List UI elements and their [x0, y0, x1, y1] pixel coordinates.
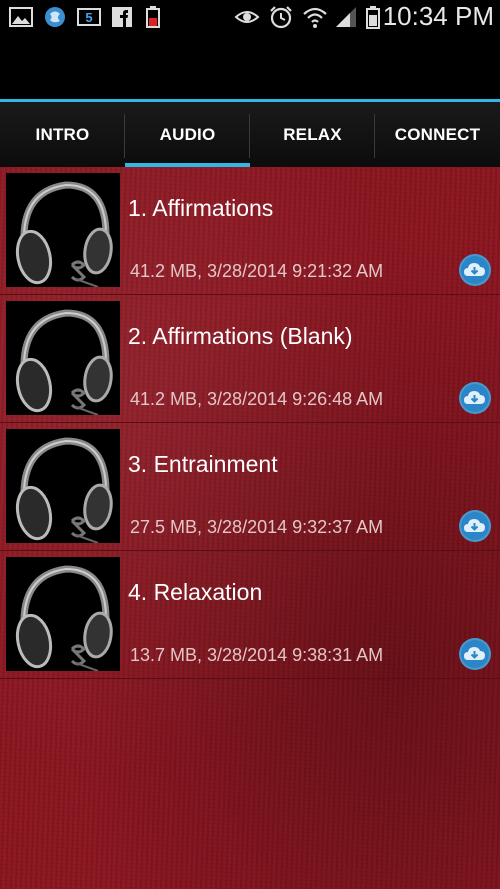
track-title: 3. Entrainment	[128, 451, 278, 477]
five-badge-icon: 5	[77, 8, 101, 26]
battery-icon	[366, 6, 380, 29]
cloud-download-button[interactable]	[459, 382, 491, 414]
track-row[interactable]: 3. Entrainment 27.5 MB, 3/28/2014 9:32:3…	[0, 423, 500, 551]
battery-alert-icon	[146, 6, 160, 28]
screen: 5 10:34 PM INTRO AUDIO RELAX CONNECT 1. …	[0, 0, 500, 889]
track-meta: 41.2 MB, 3/28/2014 9:26:48 AM	[130, 389, 384, 409]
headphones-icon	[6, 429, 120, 543]
facebook-icon	[112, 7, 132, 27]
track-row[interactable]: 2. Affirmations (Blank) 41.2 MB, 3/28/20…	[0, 295, 500, 423]
cloud-download-icon	[464, 519, 485, 532]
tab-audio[interactable]: AUDIO	[125, 102, 250, 170]
tab-relax[interactable]: RELAX	[250, 102, 375, 167]
alarm-icon	[270, 6, 292, 29]
cloud-download-button[interactable]	[459, 510, 491, 542]
wifi-icon	[303, 7, 327, 28]
signal-icon	[336, 7, 356, 27]
tab-intro[interactable]: INTRO	[0, 102, 125, 167]
cloud-download-icon	[464, 263, 485, 276]
track-meta: 41.2 MB, 3/28/2014 9:21:32 AM	[130, 261, 384, 281]
eye-icon	[234, 11, 260, 23]
track-list: 1. Affirmations 41.2 MB, 3/28/2014 9:21:…	[0, 167, 500, 889]
track-meta: 27.5 MB, 3/28/2014 9:32:37 AM	[130, 517, 384, 537]
cloud-download-icon	[464, 391, 485, 404]
headphones-icon	[6, 557, 120, 671]
status-bar: 5 10:34 PM	[0, 0, 500, 34]
cloud-download-button[interactable]	[459, 254, 491, 286]
gallery-icon	[9, 7, 33, 27]
cloud-download-button[interactable]	[459, 638, 491, 670]
tab-label: AUDIO	[159, 124, 216, 144]
track-title: 2. Affirmations (Blank)	[128, 323, 353, 349]
track-title: 1. Affirmations	[128, 195, 274, 221]
cloud-download-icon	[464, 647, 485, 660]
action-bar	[0, 34, 500, 100]
track-row[interactable]: 1. Affirmations 41.2 MB, 3/28/2014 9:21:…	[0, 167, 500, 295]
track-row[interactable]: 4. Relaxation 13.7 MB, 3/28/2014 9:38:31…	[0, 551, 500, 679]
tab-label: INTRO	[35, 124, 90, 144]
track-title: 4. Relaxation	[128, 579, 263, 605]
tab-bar: INTRO AUDIO RELAX CONNECT	[0, 99, 500, 170]
browser-icon	[45, 7, 65, 27]
track-meta: 13.7 MB, 3/28/2014 9:38:31 AM	[130, 645, 384, 665]
status-time: 10:34 PM	[382, 1, 494, 31]
svg-text:5: 5	[85, 10, 92, 25]
tab-label: RELAX	[283, 124, 342, 144]
headphones-icon	[6, 173, 120, 287]
tab-connect[interactable]: CONNECT	[375, 102, 500, 167]
headphones-icon	[6, 301, 120, 415]
tab-label: CONNECT	[394, 124, 481, 144]
